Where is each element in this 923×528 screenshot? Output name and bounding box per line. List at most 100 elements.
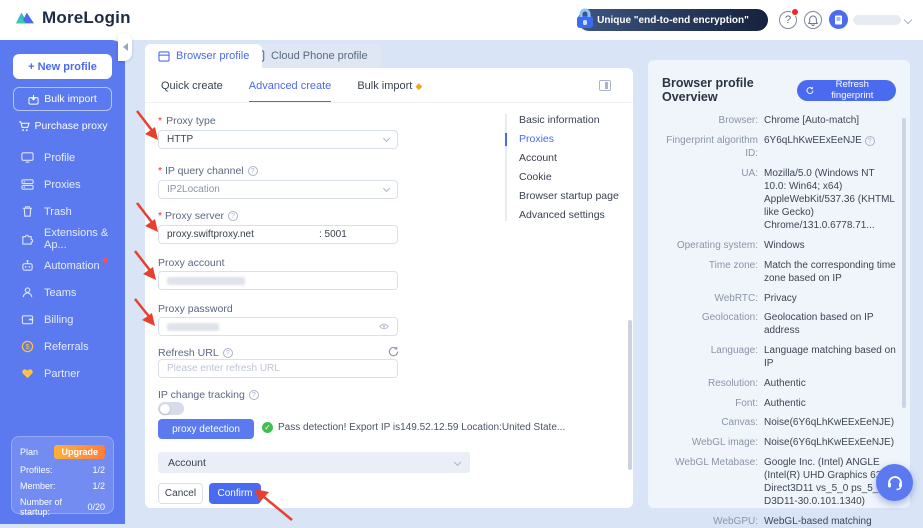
refresh-icon	[806, 86, 814, 94]
new-profile-button[interactable]: + New profile	[13, 54, 112, 79]
import-icon	[28, 94, 39, 105]
detection-result: ✓ Pass detection! Export IP is149.52.12.…	[262, 422, 622, 433]
row-value: Geolocation based on IP address	[764, 312, 874, 337]
proxies-icon	[21, 179, 34, 190]
refresh-fingerprint-button[interactable]: Refresh fingerprint	[796, 79, 896, 101]
bulk-import-label: Bulk import	[44, 93, 97, 105]
proxy-detection-button[interactable]: proxy detection	[158, 419, 254, 439]
tab-cloud-phone-profile[interactable]: Cloud Phone profile	[243, 44, 381, 68]
sidebar-item-extensions[interactable]: Extensions & Ap...	[0, 225, 125, 252]
info-icon[interactable]: ?	[248, 390, 259, 400]
subtab-bulk-import[interactable]: Bulk import ◆	[357, 80, 422, 103]
avatar[interactable]	[829, 10, 848, 29]
chevron-down-icon[interactable]	[903, 15, 913, 25]
info-icon[interactable]: ?	[247, 166, 258, 176]
support-fab[interactable]	[876, 464, 913, 501]
anchor-cookie[interactable]: Cookie	[519, 171, 619, 183]
trash-icon	[22, 206, 33, 217]
anchor-proxies[interactable]: Proxies	[505, 133, 619, 146]
row-value: Authentic	[764, 378, 806, 389]
overview-row: Operating system: Windows	[658, 239, 896, 252]
subtab-quick-create[interactable]: Quick create	[161, 80, 223, 103]
tab-browser-profile[interactable]: Browser profile	[145, 44, 263, 68]
morelogin-logo-icon	[16, 12, 34, 24]
row-value: Mozilla/5.0 (Windows NT 10.0: Win64; x64…	[764, 167, 895, 232]
ip-change-tracking-toggle[interactable]	[158, 402, 184, 415]
encryption-badge: Unique "end-to-end encryption"	[577, 8, 768, 31]
sidebar-item-label: Teams	[44, 286, 77, 299]
sidebar: + New profile Bulk import Purchase proxy…	[0, 40, 125, 524]
teams-icon	[22, 287, 33, 298]
plan-label: Plan	[20, 447, 39, 457]
overview-row: WebGPU: WebGL-based matching	[658, 515, 896, 528]
annotation-arrow	[134, 250, 156, 280]
info-icon[interactable]: ?	[222, 348, 233, 358]
help-icon[interactable]: ?	[779, 8, 799, 29]
proxy-password-label: Proxy password	[158, 303, 233, 315]
overview-row: Font: Authentic	[658, 397, 896, 410]
sidebar-item-label: Extensions & Ap...	[44, 226, 109, 251]
ip-query-channel-value: IP2Location	[167, 184, 220, 195]
logo-text: MoreLogin	[42, 8, 131, 27]
form-scrollbar[interactable]	[628, 320, 632, 470]
member-value: 1/2	[92, 481, 105, 491]
refresh-icon[interactable]	[388, 346, 399, 357]
sidebar-item-label: Automation	[44, 259, 100, 272]
upgrade-button[interactable]: Upgrade	[54, 445, 105, 459]
anchor-basic-information[interactable]: Basic information	[519, 114, 619, 126]
sidebar-item-referrals[interactable]: $ Referrals	[0, 333, 125, 360]
refresh-fingerprint-label: Refresh fingerprint	[831, 79, 874, 101]
sidebar-collapse-toggle[interactable]	[118, 33, 132, 61]
purchase-proxy-link[interactable]: Purchase proxy	[0, 120, 125, 132]
cancel-button[interactable]: Cancel	[158, 483, 203, 504]
proxy-password-input[interactable]	[158, 317, 398, 336]
row-label: Browser:	[718, 115, 758, 126]
section-anchor-nav: Basic information Proxies Account Cookie…	[505, 114, 619, 221]
sidebar-item-partner[interactable]: Partner	[0, 360, 125, 387]
anchor-account[interactable]: Account	[519, 152, 619, 164]
help-glyph: ?	[784, 14, 792, 26]
bell-icon[interactable]	[804, 11, 822, 29]
account-section-label: Account	[168, 456, 206, 469]
sidebar-item-teams[interactable]: Teams	[0, 279, 125, 306]
sidebar-item-proxies[interactable]: Proxies	[0, 171, 125, 198]
encryption-badge-text: Unique "end-to-end encryption"	[597, 14, 749, 26]
divider	[145, 102, 633, 103]
ip-query-channel-select[interactable]: IP2Location	[158, 180, 398, 199]
panel-collapse-icon[interactable]	[599, 80, 611, 91]
sidebar-item-billing[interactable]: Billing	[0, 306, 125, 333]
sidebar-item-label: Referrals	[44, 340, 89, 353]
account-section-header[interactable]: Account	[158, 452, 470, 473]
proxy-account-input[interactable]	[158, 271, 398, 290]
bulk-import-button[interactable]: Bulk import	[13, 87, 112, 111]
anchor-advanced-settings[interactable]: Advanced settings	[519, 209, 619, 221]
overview-title: Browser profile Overview	[662, 76, 754, 104]
row-label: WebRTC:	[714, 292, 758, 304]
row-value: 6Y6qLhKwEExEeNJE ?	[764, 134, 896, 160]
overview-scrollbar[interactable]	[902, 118, 906, 408]
eye-icon[interactable]	[379, 323, 389, 330]
sidebar-item-label: Trash	[44, 205, 72, 218]
proxy-type-value: HTTP	[167, 134, 194, 145]
info-icon[interactable]: ?	[227, 211, 238, 221]
subtab-bar: Quick create Advanced create Bulk import…	[161, 80, 422, 103]
anchor-browser-startup-page[interactable]: Browser startup page	[519, 190, 619, 202]
sidebar-item-automation[interactable]: Automation	[0, 252, 125, 279]
row-label: Font:	[735, 397, 758, 409]
row-value: Noise(6Y6qLhKwEExEeNJE)	[764, 417, 895, 429]
info-icon[interactable]: ?	[864, 136, 875, 147]
proxy-server-input[interactable]: proxy.swiftproxy.net : 5001	[158, 225, 398, 244]
row-value: Match the corresponding time zone based …	[764, 259, 896, 284]
row-label: Language:	[710, 345, 758, 357]
proxy-type-select[interactable]: HTTP	[158, 130, 398, 149]
overview-row: WebGL image: Noise(6Y6qLhKwEExEeNJE)	[658, 436, 896, 449]
subtab-advanced-create[interactable]: Advanced create	[248, 80, 332, 103]
top-header: MoreLogin Unique "end-to-end encryption"…	[0, 0, 923, 40]
sidebar-item-trash[interactable]: Trash	[0, 198, 125, 225]
refresh-url-input[interactable]: Please enter refresh URL	[158, 359, 398, 378]
ip-change-tracking-label: IP change tracking ?	[158, 389, 259, 401]
subtab-bulk-label: Bulk import	[357, 80, 413, 92]
overview-row: Resolution: Authentic	[658, 377, 896, 390]
annotation-arrow	[134, 298, 155, 326]
sidebar-item-profile[interactable]: Profile	[0, 144, 125, 171]
